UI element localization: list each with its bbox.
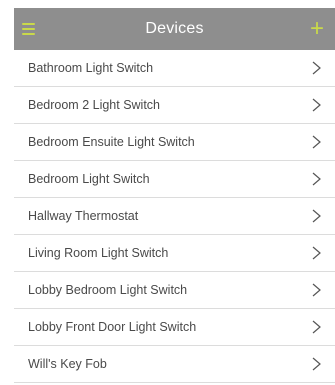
device-row-wills-key-fob[interactable]: Will's Key Fob xyxy=(14,346,335,383)
device-row-bedroom-ensuite-light-switch[interactable]: Bedroom Ensuite Light Switch xyxy=(14,124,335,161)
device-label: Bedroom Light Switch xyxy=(28,172,150,186)
device-list: Bathroom Light Switch Bedroom 2 Light Sw… xyxy=(14,50,335,383)
device-row-bedroom-light-switch[interactable]: Bedroom Light Switch xyxy=(14,161,335,198)
chevron-right-icon xyxy=(309,283,323,297)
chevron-right-icon xyxy=(309,98,323,112)
add-device-button[interactable]: + xyxy=(307,17,327,41)
device-row-hallway-thermostat[interactable]: Hallway Thermostat xyxy=(14,198,335,235)
chevron-right-icon xyxy=(309,246,323,260)
device-row-bathroom-light-switch[interactable]: Bathroom Light Switch xyxy=(14,50,335,87)
device-row-living-room-light-switch[interactable]: Living Room Light Switch xyxy=(14,235,335,272)
chevron-right-icon xyxy=(309,135,323,149)
device-label: Bedroom Ensuite Light Switch xyxy=(28,135,195,149)
device-label: Lobby Bedroom Light Switch xyxy=(28,283,188,297)
page-title: Devices xyxy=(145,20,204,37)
device-row-bedroom-2-light-switch[interactable]: Bedroom 2 Light Switch xyxy=(14,87,335,124)
menu-icon-bar xyxy=(22,28,35,30)
device-row-lobby-bedroom-light-switch[interactable]: Lobby Bedroom Light Switch xyxy=(14,272,335,309)
chevron-right-icon xyxy=(309,320,323,334)
menu-icon-bar xyxy=(22,23,35,25)
device-label: Living Room Light Switch xyxy=(28,246,169,260)
device-label: Hallway Thermostat xyxy=(28,209,139,223)
devices-screen: Devices + Bathroom Light Switch Bedroom … xyxy=(0,0,335,385)
app-header: Devices + xyxy=(14,8,335,50)
device-label: Bedroom 2 Light Switch xyxy=(28,98,161,112)
device-label: Lobby Front Door Light Switch xyxy=(28,320,197,334)
chevron-right-icon xyxy=(309,61,323,75)
menu-icon[interactable] xyxy=(22,19,42,39)
menu-icon-bar xyxy=(22,33,35,35)
device-row-lobby-front-door-light-switch[interactable]: Lobby Front Door Light Switch xyxy=(14,309,335,346)
chevron-right-icon xyxy=(309,209,323,223)
device-label: Will's Key Fob xyxy=(28,357,107,371)
chevron-right-icon xyxy=(309,357,323,371)
chevron-right-icon xyxy=(309,172,323,186)
device-label: Bathroom Light Switch xyxy=(28,61,154,75)
